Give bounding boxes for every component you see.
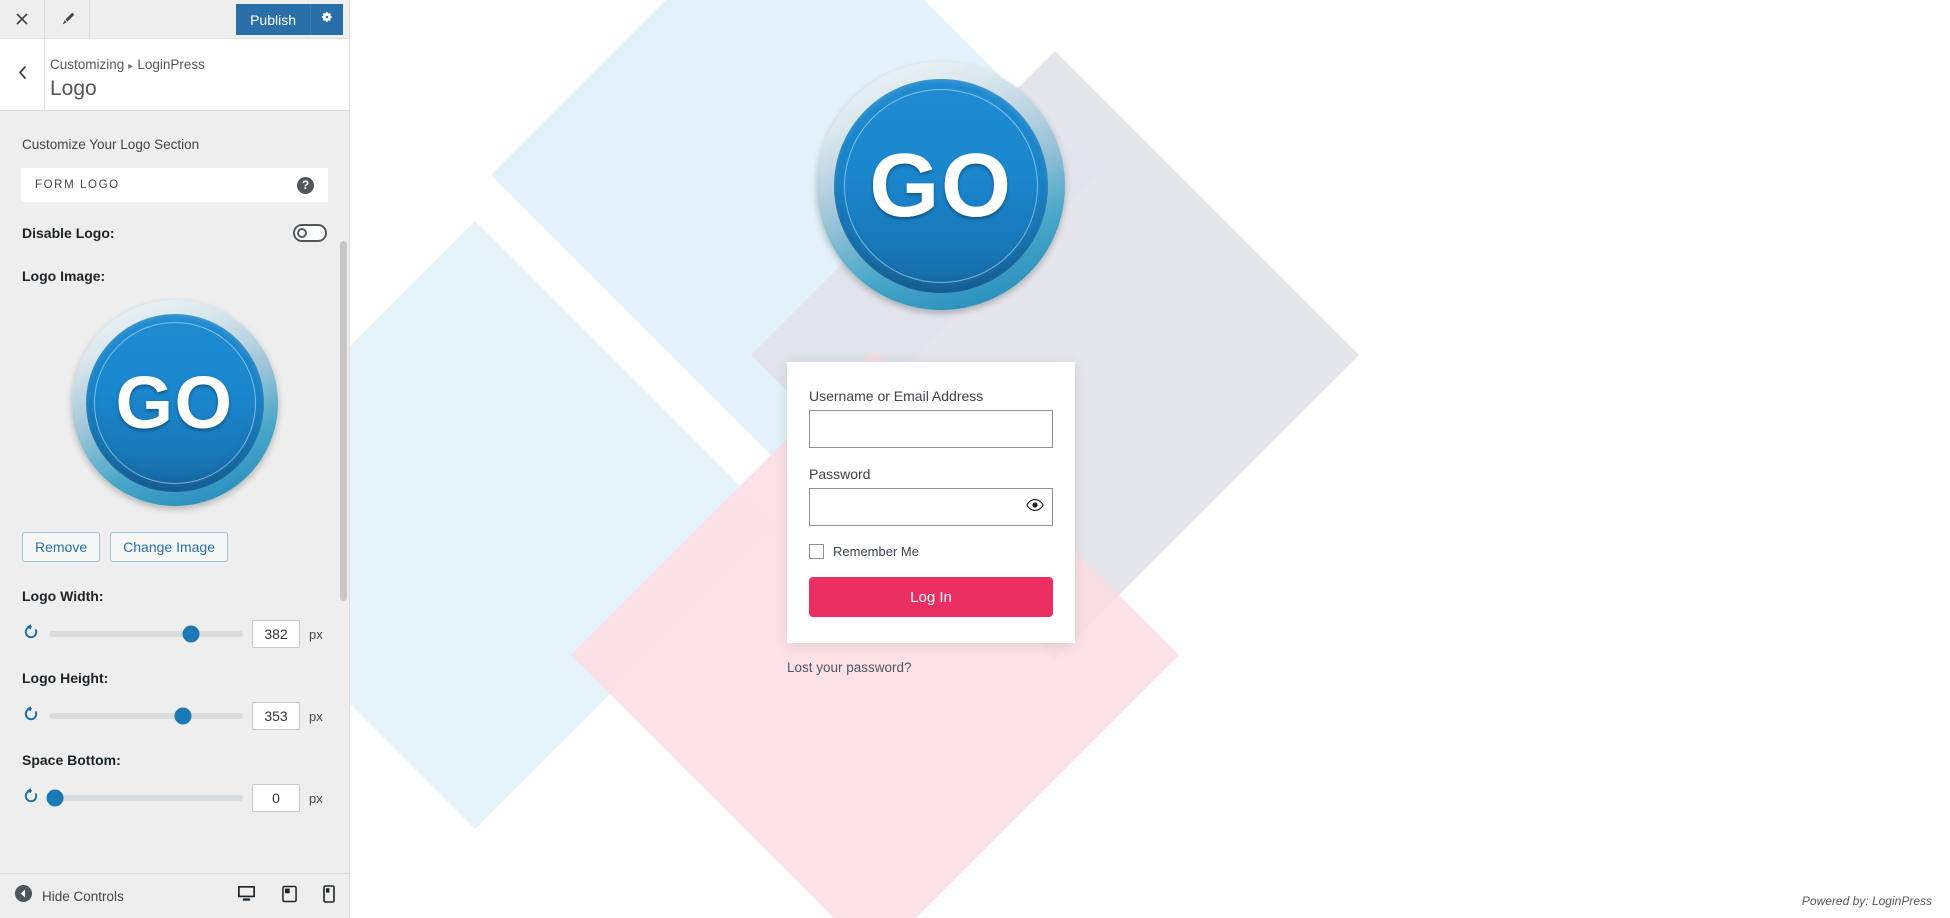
logo-width-slider-track[interactable] (49, 625, 243, 643)
reset-icon[interactable] (22, 787, 40, 810)
customizer-footer: Hide Controls (0, 873, 349, 918)
reset-icon[interactable] (22, 623, 40, 646)
page-title: Logo (50, 77, 97, 101)
username-input[interactable] (809, 410, 1053, 448)
login-form-card: Username or Email Address Password Remem… (787, 362, 1075, 643)
breadcrumb-root[interactable]: Customizing (50, 57, 124, 72)
remember-me-checkbox[interactable] (809, 544, 824, 559)
logo-height-slider-thumb[interactable] (174, 707, 192, 725)
change-image-button[interactable]: Change Image (110, 532, 228, 562)
show-password-button[interactable] (1026, 498, 1044, 515)
background-shapes (350, 0, 1950, 918)
publish-settings-button[interactable] (310, 4, 343, 35)
desktop-icon (237, 885, 256, 907)
go-logo-text: GO (115, 361, 234, 444)
customizer-sidebar: Publish Customizing ▸ LoginPress Logo Cu… (0, 0, 350, 918)
logo-height-unit: px (309, 708, 323, 724)
logo-height-label: Logo Height: (22, 670, 109, 686)
space-bottom-label: Space Bottom: (22, 752, 121, 768)
gear-icon (320, 10, 334, 29)
desktop-preview-button[interactable] (237, 885, 256, 907)
login-page-preview: GO Username or Email Address Password Re… (350, 0, 1950, 918)
logo-image-buttons: Remove Change Image (22, 532, 327, 562)
device-preview-group (237, 884, 335, 908)
powered-by-text: Powered by: LoginPress (1801, 894, 1932, 908)
publish-button[interactable]: Publish (236, 4, 310, 35)
publish-group: Publish (236, 4, 343, 35)
space-bottom-unit: px (309, 790, 323, 806)
toggle-knob (297, 228, 307, 238)
hide-controls-label: Hide Controls (42, 888, 124, 904)
accordion-title: FORM LOGO (35, 179, 120, 191)
login-submit-button[interactable]: Log In (809, 577, 1053, 617)
logo-width-slider-row: px (22, 620, 327, 648)
disable-logo-label: Disable Logo: (22, 225, 115, 241)
lost-password-link[interactable]: Lost your password? (787, 660, 912, 675)
logo-image-label: Logo Image: (22, 268, 106, 284)
password-input[interactable] (809, 488, 1053, 526)
breadcrumb: Customizing ▸ LoginPress (50, 55, 349, 75)
disable-logo-row: Disable Logo: (22, 224, 327, 242)
password-label: Password (809, 466, 871, 482)
space-bottom-slider-track[interactable] (46, 789, 243, 807)
tablet-icon (282, 885, 297, 908)
remember-me-label[interactable]: Remember Me (833, 544, 919, 559)
logo-width-label: Logo Width: (22, 588, 104, 604)
chevron-left-icon (16, 65, 29, 85)
panel-back-button[interactable] (0, 39, 45, 110)
breadcrumb-separator: ▸ (128, 61, 134, 73)
logo-width-unit: px (309, 626, 323, 642)
collapse-icon (14, 884, 33, 908)
remove-image-button[interactable]: Remove (22, 532, 101, 562)
go-logo-badge: GO (817, 62, 1065, 310)
sidebar-scrollbar[interactable] (340, 241, 347, 601)
close-icon (14, 11, 30, 27)
space-bottom-slider-row: px (22, 784, 327, 812)
controls-scroll-area: Customize Your Logo Section FORM LOGO ? … (0, 111, 349, 873)
logo-height-input[interactable] (252, 702, 300, 730)
logo-image-preview: GO (22, 300, 327, 506)
customizer-topbar: Publish (0, 0, 349, 39)
panel-header: Customizing ▸ LoginPress Logo (0, 39, 349, 111)
mobile-icon (323, 884, 335, 908)
close-customizer-button[interactable] (0, 0, 45, 38)
password-wrapper (809, 488, 1053, 544)
space-bottom-input[interactable] (252, 784, 300, 812)
go-logo-badge: GO (71, 300, 278, 506)
panel-titles: Customizing ▸ LoginPress Logo (45, 39, 349, 110)
preview-logo: GO (817, 62, 1065, 310)
reset-icon[interactable] (22, 705, 40, 728)
username-label: Username or Email Address (809, 388, 984, 404)
space-bottom-slider-thumb[interactable] (46, 789, 64, 807)
section-description: Customize Your Logo Section (22, 137, 200, 152)
logo-width-input[interactable] (252, 620, 300, 648)
hide-controls-button[interactable]: Hide Controls (14, 884, 124, 908)
accordion-form-logo[interactable]: FORM LOGO ? (21, 168, 328, 202)
logo-height-slider-row: px (22, 702, 327, 730)
mobile-preview-button[interactable] (323, 884, 335, 908)
disable-logo-toggle[interactable] (293, 224, 327, 242)
go-logo-text: GO (869, 136, 1013, 236)
help-icon[interactable]: ? (297, 176, 314, 194)
remember-me-row: Remember Me (809, 544, 1053, 559)
eye-icon (1026, 499, 1044, 515)
customize-brush-button[interactable] (45, 0, 90, 38)
brush-icon (59, 11, 76, 28)
tablet-preview-button[interactable] (282, 885, 297, 908)
breadcrumb-current[interactable]: LoginPress (137, 57, 205, 72)
logo-width-slider-thumb[interactable] (182, 625, 200, 643)
logo-height-slider-track[interactable] (49, 707, 243, 725)
controls-inner: Customize Your Logo Section FORM LOGO ? … (0, 111, 349, 812)
